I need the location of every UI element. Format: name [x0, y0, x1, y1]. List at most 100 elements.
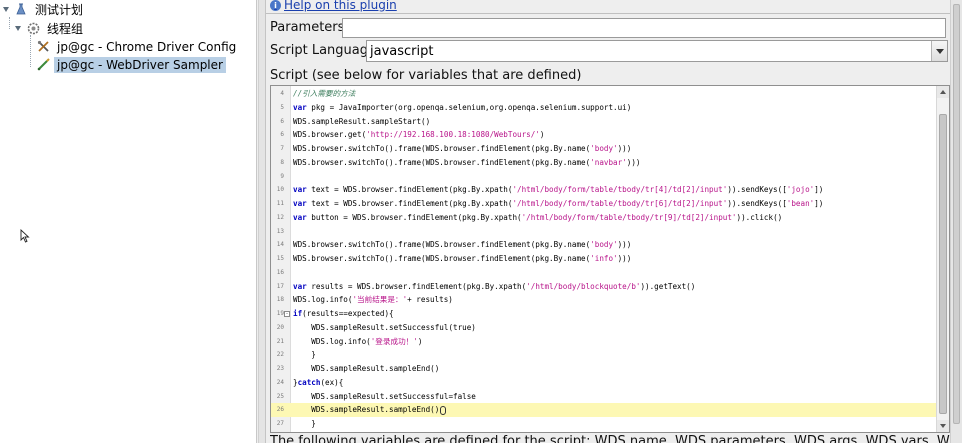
- line-number: 4: [280, 90, 284, 97]
- line-number: 22: [276, 351, 284, 359]
- tree-item-webdriver-sampler[interactable]: jp@gc - WebDriver Sampler: [36, 56, 226, 73]
- test-plan-tree[interactable]: 测试计划 线程组 jp@gc - Chrome Driver Config jp…: [0, 0, 257, 443]
- code-line[interactable]: 15 WDS.browser.switchTo().frame(WDS.brows…: [271, 252, 937, 266]
- code-text: WDS.browser.switchTo().frame(WDS.browser…: [293, 254, 632, 263]
- scrollbar-thumb[interactable]: [939, 114, 947, 414]
- code-line[interactable]: 17 var results = WDS.browser.findElement(…: [271, 280, 937, 294]
- code-line[interactable]: 7 WDS.browser.switchTo().frame(WDS.browse…: [271, 142, 937, 156]
- sampler-icon: [36, 58, 50, 72]
- scroll-down-arrow-icon[interactable]: [937, 420, 949, 432]
- tree-item-label: 测试计划: [35, 2, 84, 17]
- panel-vertical-scrollbar[interactable]: [950, 0, 962, 443]
- code-line[interactable]: 18 WDS.log.info('当前结果是：'+ results): [271, 293, 937, 307]
- tree-item-label: jp@gc - Chrome Driver Config: [57, 39, 237, 54]
- code-text: var pkg = JavaImporter(org.openqa.seleni…: [293, 102, 632, 112]
- code-line[interactable]: 24 }catch(ex){: [271, 376, 937, 390]
- line-number: 25: [276, 392, 284, 400]
- script-editor[interactable]: 4 //引入需要的方法 5 var pkg = JavaImporter(org.op…: [270, 85, 950, 433]
- code-line[interactable]: 11 var text = WDS.browser.findElement(pkg…: [271, 197, 937, 211]
- help-link[interactable]: i Help on this plugin: [270, 0, 397, 13]
- tree-item-test-plan[interactable]: 测试计划: [3, 1, 86, 18]
- tree-item-label: 线程组: [47, 21, 84, 36]
- code-text: WDS.browser.get('http://192.168.100.18:1…: [293, 130, 545, 140]
- code-text: WDS.browser.switchTo().frame(WDS.browser…: [293, 157, 641, 167]
- code-text: WDS.log.info('当前结果是：'+ results): [293, 295, 453, 305]
- editor-vertical-scrollbar[interactable]: [936, 86, 949, 432]
- code-text: WDS.sampleResult.sampleStart(): [293, 116, 431, 126]
- code-text: WDS.sampleResult.sampleEnd(): [293, 364, 440, 373]
- defined-variables-text: The following variables are defined for …: [270, 434, 960, 443]
- code-line[interactable]: 25 WDS.sampleResult.setSuccessful=false: [271, 390, 937, 404]
- text-cursor: [440, 405, 447, 415]
- code-line[interactable]: 6 WDS.browser.get('http://192.168.100.18:…: [271, 128, 937, 142]
- code-line[interactable]: 19- if(results==expected){: [271, 307, 937, 321]
- script-language-select[interactable]: javascript: [366, 40, 948, 62]
- code-text: WDS.sampleResult.setSuccessful=false: [293, 391, 476, 401]
- code-line[interactable]: 9: [271, 170, 937, 184]
- code-text: WDS.browser.switchTo().frame(WDS.browser…: [293, 144, 632, 153]
- line-number: 11: [276, 200, 284, 207]
- script-language-label: Script Language:: [270, 43, 381, 58]
- line-number: 14: [276, 241, 284, 249]
- code-text: WDS.log.info('登录成功！'): [293, 336, 423, 346]
- tree-item-chrome-driver-config[interactable]: jp@gc - Chrome Driver Config: [36, 38, 239, 55]
- line-number: 10: [276, 186, 284, 194]
- pane-splitter[interactable]: [258, 0, 266, 443]
- line-number: 27: [276, 420, 284, 427]
- divider: [266, 13, 962, 14]
- thread-group-icon: [26, 22, 40, 36]
- mouse-pointer-icon: [20, 228, 30, 246]
- line-number: 21: [276, 337, 284, 345]
- code-line[interactable]: 13: [271, 225, 937, 239]
- tree-expand-toggle[interactable]: [3, 6, 11, 14]
- code-line[interactable]: 27 }: [271, 417, 937, 431]
- code-text: WDS.sampleResult.sampleEnd(): [293, 403, 447, 417]
- line-number: 8: [280, 158, 284, 166]
- test-plan-icon: [14, 3, 28, 17]
- code-line[interactable]: 10 var text = WDS.browser.findElement(pkg…: [271, 183, 937, 197]
- chevron-down-icon[interactable]: [931, 41, 947, 61]
- code-text: WDS.browser.switchTo().frame(WDS.browser…: [293, 240, 632, 250]
- code-text: //引入需要的方法: [293, 89, 356, 98]
- fold-toggle-icon[interactable]: -: [284, 311, 290, 317]
- code-line[interactable]: 6 WDS.sampleResult.sampleStart(): [271, 115, 937, 129]
- scroll-up-arrow-icon[interactable]: [937, 86, 949, 98]
- line-number: 16: [276, 268, 284, 276]
- tree-item-label: jp@gc - WebDriver Sampler: [54, 56, 226, 73]
- script-language-value: javascript: [370, 43, 434, 59]
- line-number: 24: [276, 378, 284, 386]
- code-text: var button = WDS.browser.findElement(pkg…: [293, 212, 783, 222]
- code-line[interactable]: 8 WDS.browser.switchTo().frame(WDS.browse…: [271, 156, 937, 170]
- tree-expand-toggle[interactable]: [15, 25, 23, 33]
- script-label: Script (see below for variables that are…: [270, 68, 582, 83]
- line-number: 7: [280, 145, 284, 152]
- code-line[interactable]: 16: [271, 266, 937, 280]
- line-number: 15: [276, 255, 284, 262]
- sampler-config-panel: i Help on this plugin Parameters: Script…: [266, 0, 962, 443]
- line-number: 12: [276, 213, 284, 221]
- code-line[interactable]: 4 //引入需要的方法: [271, 87, 937, 101]
- code-text: var text = WDS.browser.findElement(pkg.B…: [293, 185, 824, 195]
- info-icon: i: [270, 0, 281, 11]
- line-number: 26: [276, 406, 284, 414]
- code-line[interactable]: 22 }: [271, 348, 937, 362]
- code-line-current[interactable]: 26 WDS.sampleResult.sampleEnd(): [271, 403, 937, 417]
- line-number: 9: [280, 172, 284, 180]
- code-line[interactable]: 5 var pkg = JavaImporter(org.openqa.selen…: [271, 101, 937, 115]
- code-text: }: [293, 350, 316, 360]
- code-line[interactable]: 12 var button = WDS.browser.findElement(p…: [271, 211, 937, 225]
- scrollbar-thumb[interactable]: [953, 4, 960, 424]
- script-code-area[interactable]: 4 //引入需要的方法 5 var pkg = JavaImporter(org.op…: [271, 86, 937, 432]
- line-number: 19: [276, 310, 284, 317]
- code-line[interactable]: 23 WDS.sampleResult.sampleEnd(): [271, 362, 937, 376]
- parameters-input[interactable]: [342, 18, 946, 38]
- code-line[interactable]: 21 WDS.log.info('登录成功！'): [271, 335, 937, 349]
- tree-item-thread-group[interactable]: 线程组: [15, 20, 86, 37]
- config-element-icon: [36, 40, 50, 54]
- code-line[interactable]: 14 WDS.browser.switchTo().frame(WDS.brows…: [271, 238, 937, 252]
- line-number: 6: [280, 131, 284, 139]
- code-text: }catch(ex){: [293, 377, 344, 387]
- code-line[interactable]: 20 WDS.sampleResult.setSuccessful(true): [271, 321, 937, 335]
- code-text: var text = WDS.browser.findElement(pkg.B…: [293, 199, 824, 208]
- code-text: if(results==expected){: [293, 309, 394, 318]
